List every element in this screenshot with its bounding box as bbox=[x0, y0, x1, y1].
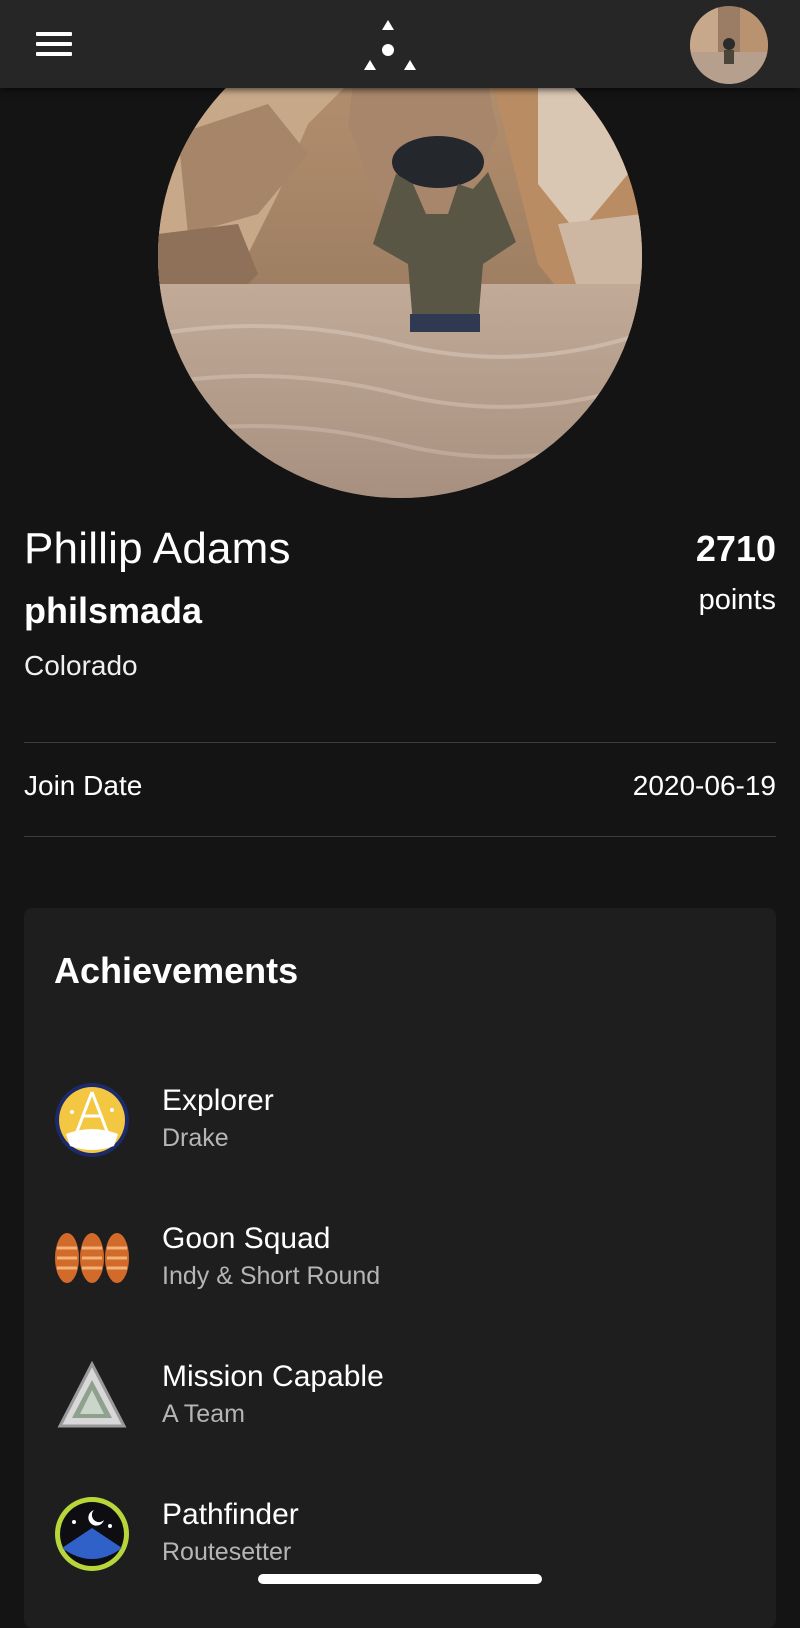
achievement-title: Explorer bbox=[162, 1084, 274, 1117]
top-app-bar bbox=[0, 0, 800, 88]
achievement-subtitle: Routesetter bbox=[162, 1538, 292, 1566]
points-value: 2710 bbox=[695, 528, 776, 569]
points-label: points bbox=[698, 584, 776, 616]
divider bbox=[24, 742, 776, 743]
user-avatar-button[interactable] bbox=[690, 6, 768, 84]
achievements-card: Achievements Explorer Drake Goon Squad I… bbox=[24, 908, 776, 1628]
mission-capable-badge-icon bbox=[57, 1360, 127, 1428]
achievement-subtitle: Indy & Short Round bbox=[162, 1262, 381, 1290]
achievement-explorer[interactable]: Explorer Drake bbox=[24, 1076, 776, 1196]
divider bbox=[24, 836, 776, 837]
achievement-pathfinder[interactable]: Pathfinder Routesetter bbox=[24, 1490, 776, 1610]
achievements-title: Achievements bbox=[54, 950, 299, 991]
join-date-value: 2020-06-19 bbox=[632, 770, 776, 801]
app-logo-icon[interactable] bbox=[364, 16, 428, 72]
goon-squad-badge-icon bbox=[55, 1233, 129, 1283]
achievement-goon-squad[interactable]: Goon Squad Indy & Short Round bbox=[24, 1214, 776, 1334]
achievement-title: Goon Squad bbox=[162, 1222, 331, 1255]
profile-location: Colorado bbox=[24, 650, 138, 681]
achievement-title: Mission Capable bbox=[162, 1360, 384, 1393]
profile-name: Phillip Adams bbox=[24, 524, 291, 573]
achievement-subtitle: A Team bbox=[162, 1400, 245, 1428]
join-date-label: Join Date bbox=[24, 770, 143, 801]
achievement-subtitle: Drake bbox=[162, 1124, 229, 1152]
profile-username: philsmada bbox=[24, 590, 203, 631]
explorer-badge-icon bbox=[55, 1083, 129, 1157]
hamburger-menu-icon[interactable] bbox=[30, 26, 78, 62]
home-indicator[interactable] bbox=[258, 1574, 542, 1584]
pathfinder-badge-icon bbox=[55, 1497, 129, 1571]
achievement-mission-capable[interactable]: Mission Capable A Team bbox=[24, 1352, 776, 1472]
achievement-title: Pathfinder bbox=[162, 1498, 299, 1531]
